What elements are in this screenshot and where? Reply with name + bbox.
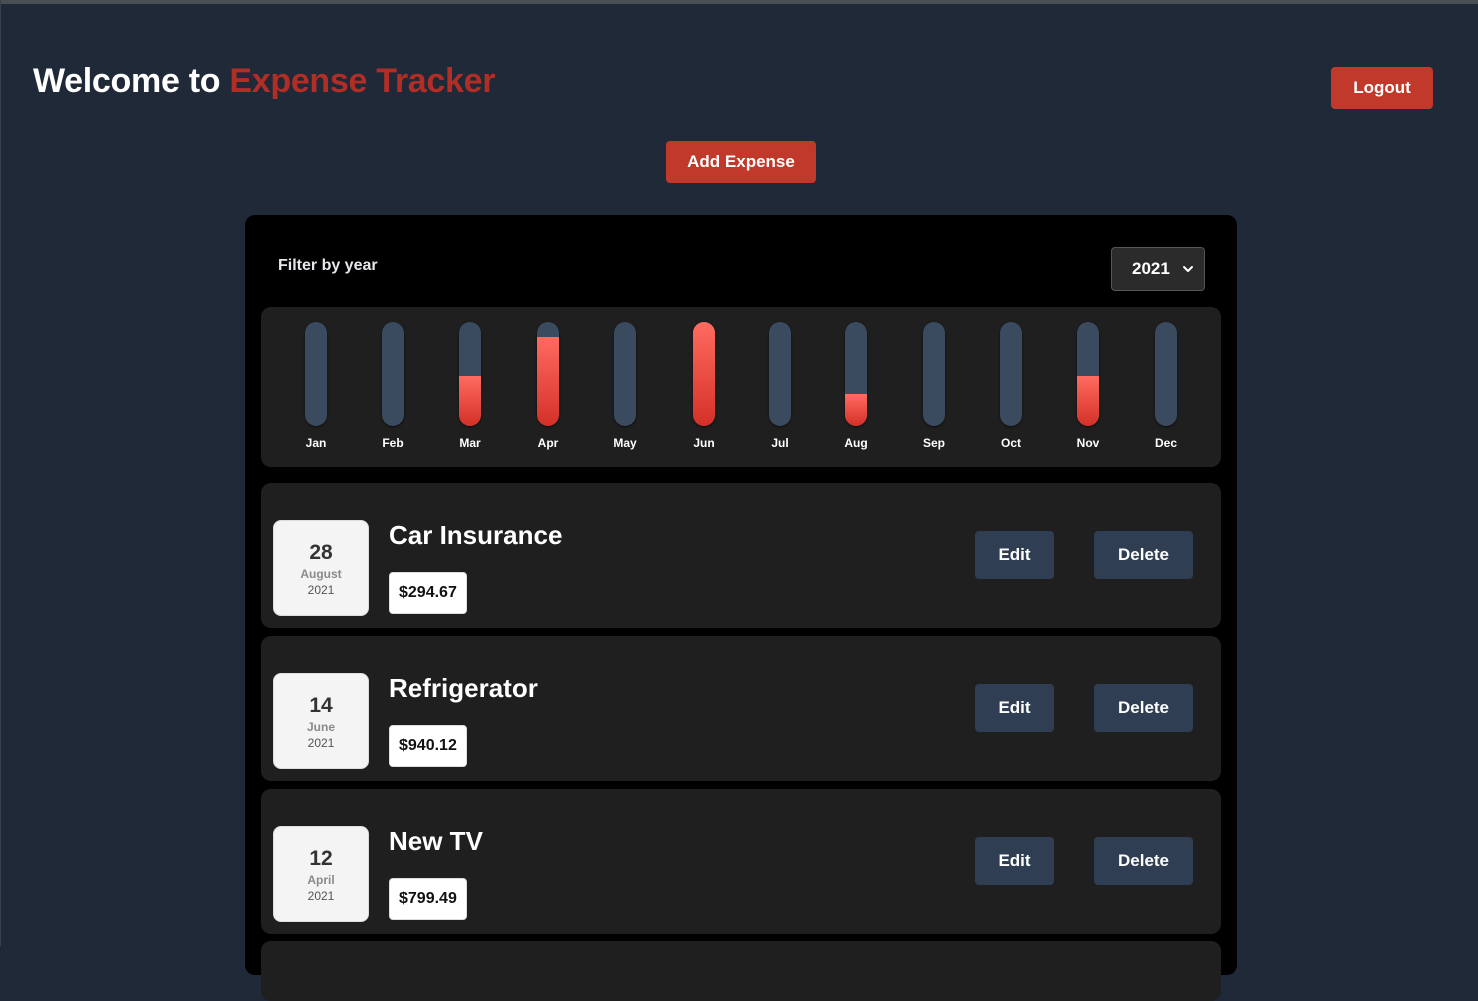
chart-bar-label: Jan	[305, 436, 327, 450]
chart-bar-track	[459, 322, 481, 426]
chart-bar-track	[305, 322, 327, 426]
window-left-border	[0, 0, 1, 946]
chart-bar-track	[769, 322, 791, 426]
expense-title: New TV	[389, 826, 483, 856]
delete-button[interactable]: Delete	[1094, 684, 1193, 732]
expense-card: 12 April 2021 New TV $799.49 Edit Delete	[261, 789, 1221, 934]
expense-date-year: 2021	[307, 736, 335, 750]
chart-bar-track	[537, 322, 559, 426]
edit-button[interactable]: Edit	[975, 684, 1054, 732]
chart-bar-jun: Jun	[684, 322, 724, 462]
chart-bar-fill	[845, 393, 867, 426]
chart-bar-label: Apr	[537, 436, 559, 450]
chart-bar-mar: Mar	[450, 322, 490, 462]
year-select-value: 2021	[1132, 259, 1170, 278]
chart-bar-track	[923, 322, 945, 426]
chart-bar-label: Feb	[382, 436, 404, 450]
year-select[interactable]: 2021	[1111, 247, 1205, 291]
delete-button[interactable]: Delete	[1094, 837, 1193, 885]
chart-bar-track	[1155, 322, 1177, 426]
chart-bar-label: May	[613, 436, 637, 450]
expense-card: 28 August 2021 Car Insurance $294.67 Edit Dele…	[261, 483, 1221, 628]
expense-title: Refrigerator	[389, 673, 538, 703]
chart-bar-sep: Sep	[914, 322, 954, 462]
expense-date-year: 2021	[307, 583, 335, 597]
chart-bar-jul: Jul	[760, 322, 800, 462]
expense-card: 14 June 2021 Refrigerator $940.12 Edit Delete	[261, 636, 1221, 781]
expenses-chart: Jan Feb Mar Apr May Jun Jul Aug Sep Oct Nov Dec	[261, 307, 1221, 467]
chart-bar-jan: Jan	[296, 322, 336, 462]
expense-amount: $799.49	[389, 878, 467, 920]
filter-label: Filter by year	[278, 257, 378, 274]
expense-title: Car Insurance	[389, 520, 563, 550]
title-prefix: Welcome to	[33, 62, 221, 100]
chart-bar-fill	[537, 336, 559, 426]
chart-bar-apr: Apr	[528, 322, 568, 462]
chart-bar-label: Aug	[844, 436, 868, 450]
chart-bar-nov: Nov	[1068, 322, 1108, 462]
expense-amount: $294.67	[389, 572, 467, 614]
chart-bar-may: May	[605, 322, 645, 462]
expense-date-month: April	[307, 873, 335, 887]
chart-bar-fill	[1077, 376, 1099, 426]
expense-date-month: August	[300, 567, 342, 581]
window-top-border	[0, 0, 1478, 4]
chart-bar-dec: Dec	[1146, 322, 1186, 462]
chart-bar-label: Jun	[693, 436, 715, 450]
expense-amount: $940.12	[389, 725, 467, 767]
chart-bar-label: Sep	[922, 436, 945, 450]
title-accent: Expense Tracker	[229, 62, 496, 100]
expense-date-day: 28	[309, 541, 333, 564]
chart-bar-track	[1077, 322, 1099, 426]
logout-button[interactable]: Logout	[1331, 67, 1433, 109]
chevron-down-icon	[1183, 266, 1193, 272]
chart-bar-track	[614, 322, 636, 426]
expense-date: 12 April 2021	[273, 826, 369, 922]
chart-bar-feb: Feb	[373, 322, 413, 462]
delete-button[interactable]: Delete	[1094, 531, 1193, 579]
chart-bar-aug: Aug	[836, 322, 876, 462]
chart-bar-track	[1000, 322, 1022, 426]
expense-date: 28 August 2021	[273, 520, 369, 616]
chart-bar-fill	[693, 322, 715, 426]
chart-bar-oct: Oct	[991, 322, 1031, 462]
add-expense-button[interactable]: Add Expense	[666, 141, 816, 183]
chart-bar-track	[845, 322, 867, 426]
chart-bar-label: Oct	[1000, 436, 1021, 450]
expenses-panel: Filter by year 2021 Jan Feb Mar Apr May Jun Ju…	[245, 215, 1237, 1001]
edit-button[interactable]: Edit	[975, 837, 1054, 885]
chart-bar-track	[382, 322, 404, 426]
chart-bar-label: Dec	[1154, 436, 1177, 450]
chart-bar-label: Nov	[1076, 436, 1100, 450]
expense-date-year: 2021	[307, 889, 335, 903]
expense-date-month: June	[306, 720, 335, 734]
edit-button[interactable]: Edit	[975, 531, 1054, 579]
expense-card	[261, 941, 1221, 1001]
chart-bar-label: Jul	[771, 436, 789, 450]
chart-bar-fill	[459, 376, 481, 426]
chart-bar-track	[693, 322, 715, 426]
expense-date-day: 12	[309, 847, 333, 870]
page-title: Welcome to Expense Tracker	[33, 62, 495, 101]
expense-date: 14 June 2021	[273, 673, 369, 769]
chart-bar-label: Mar	[459, 436, 481, 450]
expense-date-day: 14	[309, 694, 333, 717]
